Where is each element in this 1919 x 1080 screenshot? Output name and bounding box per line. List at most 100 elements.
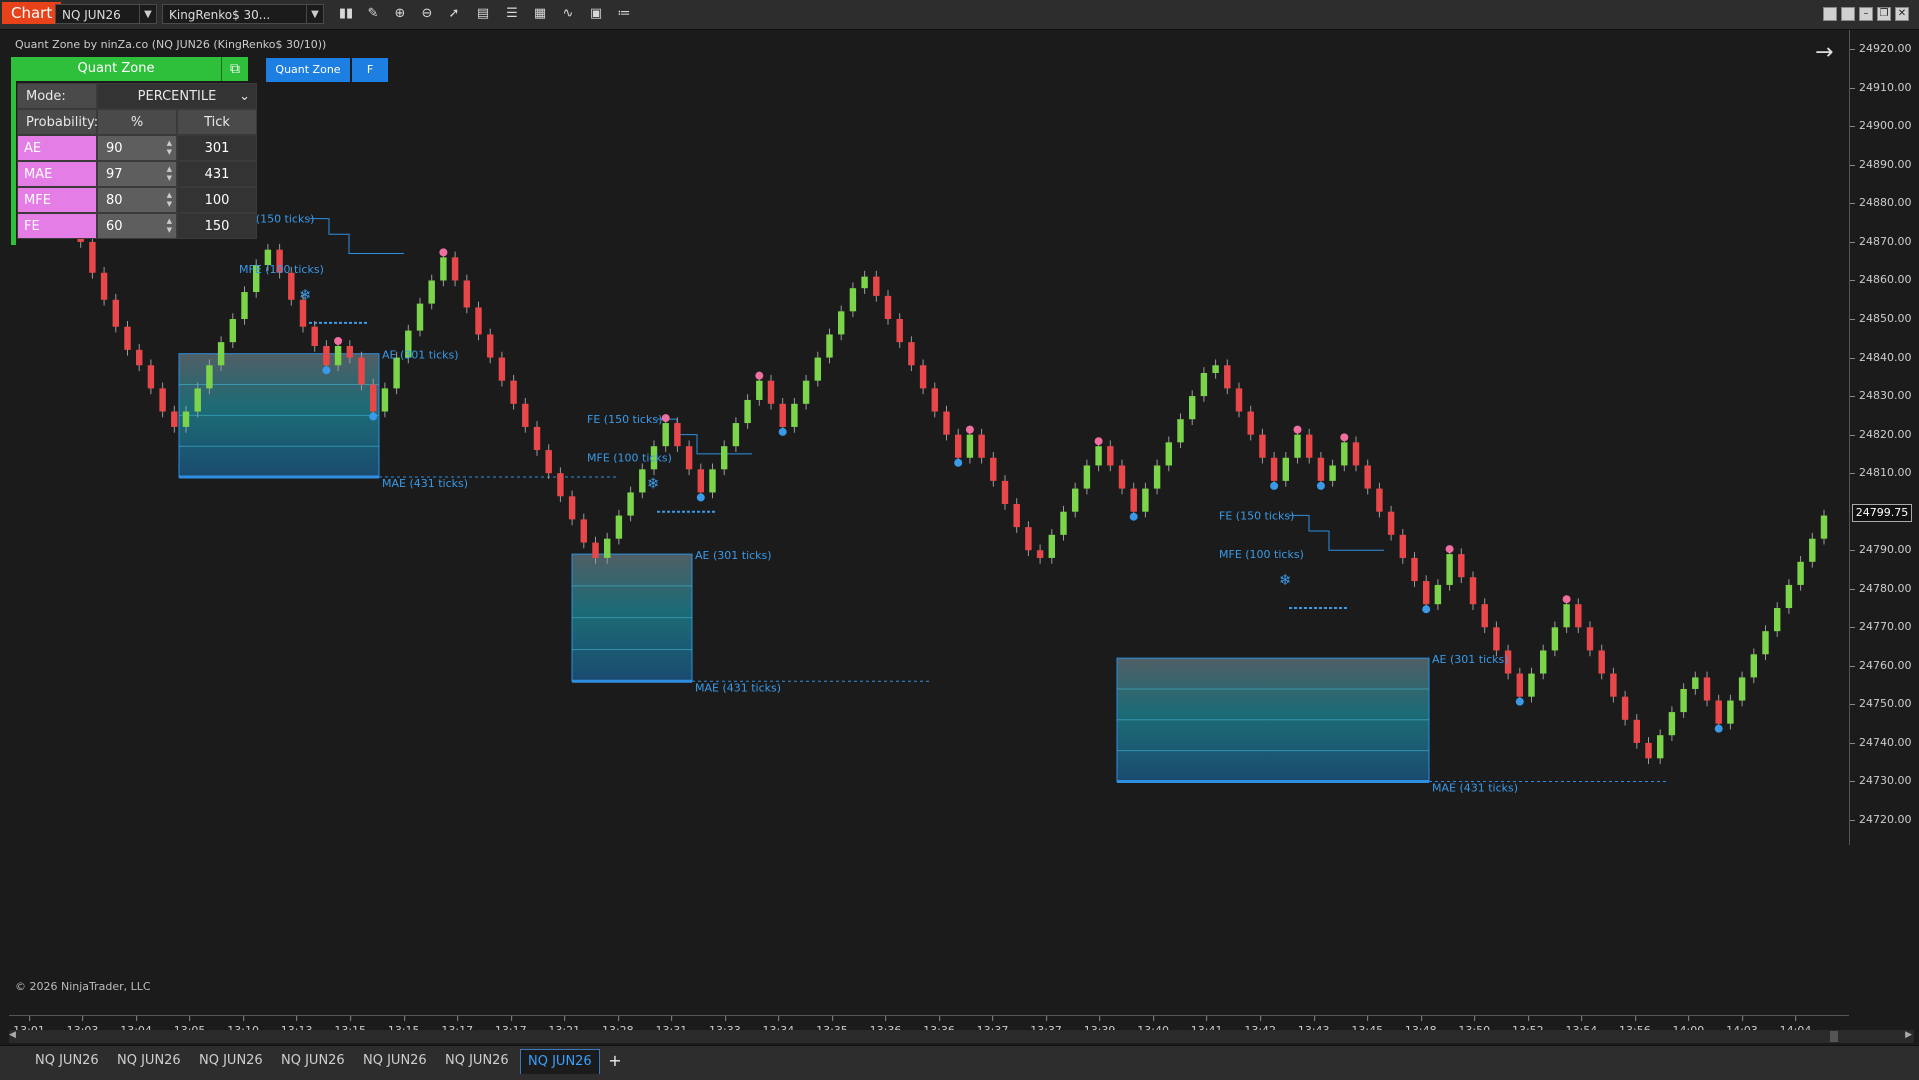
scroll-right-icon[interactable]: ▶ [1905,1030,1912,1040]
renko-bar-down [1376,488,1383,512]
instrument-selector[interactable]: NQ JUN26 ▼ [55,4,157,24]
renko-bar-down [943,411,950,435]
minimize-icon[interactable]: – [1859,7,1873,21]
renko-bar-up [744,399,751,424]
spinner-icon[interactable]: ▲ ▼ [167,139,172,157]
swing-high-marker [1562,595,1571,604]
scroll-left-icon[interactable]: ◀ [9,1030,16,1040]
renko-bar-up [1434,584,1442,605]
chart-toolbar: Chart NQ JUN26 ▼ KingRenko$ 30... ▼ ▮▮ ✎… [0,0,1919,30]
zoom-out-icon[interactable]: ⊖ [418,6,436,22]
tab-nq-7-active[interactable]: NQ JUN26 [520,1049,600,1074]
tab-nq-1[interactable]: NQ JUN26 [28,1049,106,1073]
renko-bar-down [954,434,962,458]
ae-pct-input[interactable]: 90 ▲ ▼ [97,135,177,161]
renko-bar-down [1247,411,1254,435]
quant-zone-button[interactable]: Quant Zone [266,58,350,82]
horizontal-scrollbar[interactable]: ◀ ▶ [9,1030,1914,1043]
renko-bar-down [1387,511,1395,535]
ae-label: AE (301 ticks) [1432,653,1509,666]
renko-bar-up [1727,700,1734,724]
swing-high-marker [965,425,974,434]
renko-bar-up [1446,554,1453,585]
renko-bar-down [475,307,482,335]
renko-bar-down [89,241,96,273]
restore-icon[interactable]: ❐ [1877,7,1891,21]
spinner-icon[interactable]: ▲ ▼ [167,165,172,183]
fe-pct-input[interactable]: 60 ▲ ▼ [97,213,177,239]
price-axis[interactable]: 24920.00 24910.00 24900.00 24890.00 24880.00… [1849,30,1919,845]
renko-bar-down [112,299,120,327]
price-tick-label: 24840.00 [1850,350,1912,364]
mfe-pct-input[interactable]: 80 ▲ ▼ [97,187,177,213]
chart-app-label[interactable]: Chart [2,2,62,24]
renko-bar-up [194,388,201,412]
price-chart[interactable]: ❄❄❄ AE (301 ticks)MAE (431 ticks)AE (301… [9,30,1849,820]
quant-zone-header[interactable]: Quant Zone [11,57,221,81]
price-tick-label: 24910.00 [1850,80,1912,94]
renko-bar-up [1165,442,1173,466]
list-icon[interactable]: ≔ [615,6,633,22]
renko-bar-down [1399,534,1407,558]
close-icon[interactable]: ✕ [1895,7,1909,21]
renko-bar-down [697,469,705,493]
renko-bar-down [159,388,166,412]
renko-bar-down [288,272,295,300]
tab-nq-5[interactable]: NQ JUN26 [356,1049,434,1073]
bars-icon[interactable]: ▮▮ [337,6,355,22]
chevron-down-icon[interactable]: ▼ [306,5,323,23]
indicators-icon[interactable]: ∿ [559,6,577,22]
quant-zones [178,353,1669,783]
chevron-down-icon[interactable]: ▼ [139,5,156,23]
layout-icon[interactable] [1823,7,1837,21]
renko-bar-up [791,403,798,427]
price-tick-label: 24740.00 [1850,735,1912,749]
draw-icon[interactable]: ✎ [364,6,382,22]
copyright: © 2026 NinjaTrader, LLC [15,980,151,993]
row-label-mfe: MFE [17,187,97,213]
renko-bar-up [1282,457,1290,481]
tab-nq-6[interactable]: NQ JUN26 [438,1049,516,1073]
renko-bar-down [1516,673,1524,697]
renko-bar-up [720,446,728,470]
pct-column-header: % [97,109,177,135]
mae-pct-input[interactable]: 97 ▲ ▼ [97,161,177,187]
renko-bar-up [1188,396,1196,420]
current-price-marker: 24799.75 [1852,503,1912,522]
tab-nq-4[interactable]: NQ JUN26 [274,1049,352,1073]
strategies-icon[interactable]: ▦ [531,6,549,22]
renko-bar-down [908,342,915,366]
scroll-thumb[interactable] [1830,1031,1838,1042]
renko-bar-down [674,423,681,447]
renko-bar-down [545,450,552,474]
renko-bar-down [1411,557,1418,582]
properties-icon[interactable]: ☰ [503,6,521,22]
spinner-icon[interactable]: ▲ ▼ [167,191,172,209]
fe-label: FE (150 ticks) [1219,509,1294,522]
external-link-icon[interactable]: ⧉ [221,57,248,81]
pointer-icon[interactable]: ➚ [445,6,463,22]
renko-bar-up [1820,515,1828,539]
renko-bar-down [1107,446,1114,466]
mode-select[interactable]: PERCENTILE ⌄ [97,83,257,109]
price-tick-label: 24880.00 [1850,196,1912,210]
row-label-mae: MAE [17,161,97,187]
data-box-icon[interactable]: ▤ [474,6,492,22]
arrow-right-icon[interactable]: → [1815,40,1833,65]
add-tab-icon[interactable]: + [605,1049,625,1073]
tab-nq-2[interactable]: NQ JUN26 [110,1049,188,1073]
zoom-in-icon[interactable]: ⊕ [391,6,409,22]
renko-bar-up [1083,465,1091,489]
tab-nq-3[interactable]: NQ JUN26 [192,1049,270,1073]
renko-bar-down [990,457,997,481]
bar-type-selector[interactable]: KingRenko$ 30... ▼ [162,4,324,24]
f-button[interactable]: F [352,58,388,82]
renko-bar-down [1458,554,1465,578]
renko-bar-down [884,295,892,320]
swing-high-marker [1340,433,1349,442]
price-tick-label: 24790.00 [1850,543,1912,557]
layout-alt-icon[interactable] [1841,7,1855,21]
templates-icon[interactable]: ▣ [587,6,605,22]
renko-bar-up [241,292,248,320]
spinner-icon[interactable]: ▲ ▼ [167,217,172,235]
